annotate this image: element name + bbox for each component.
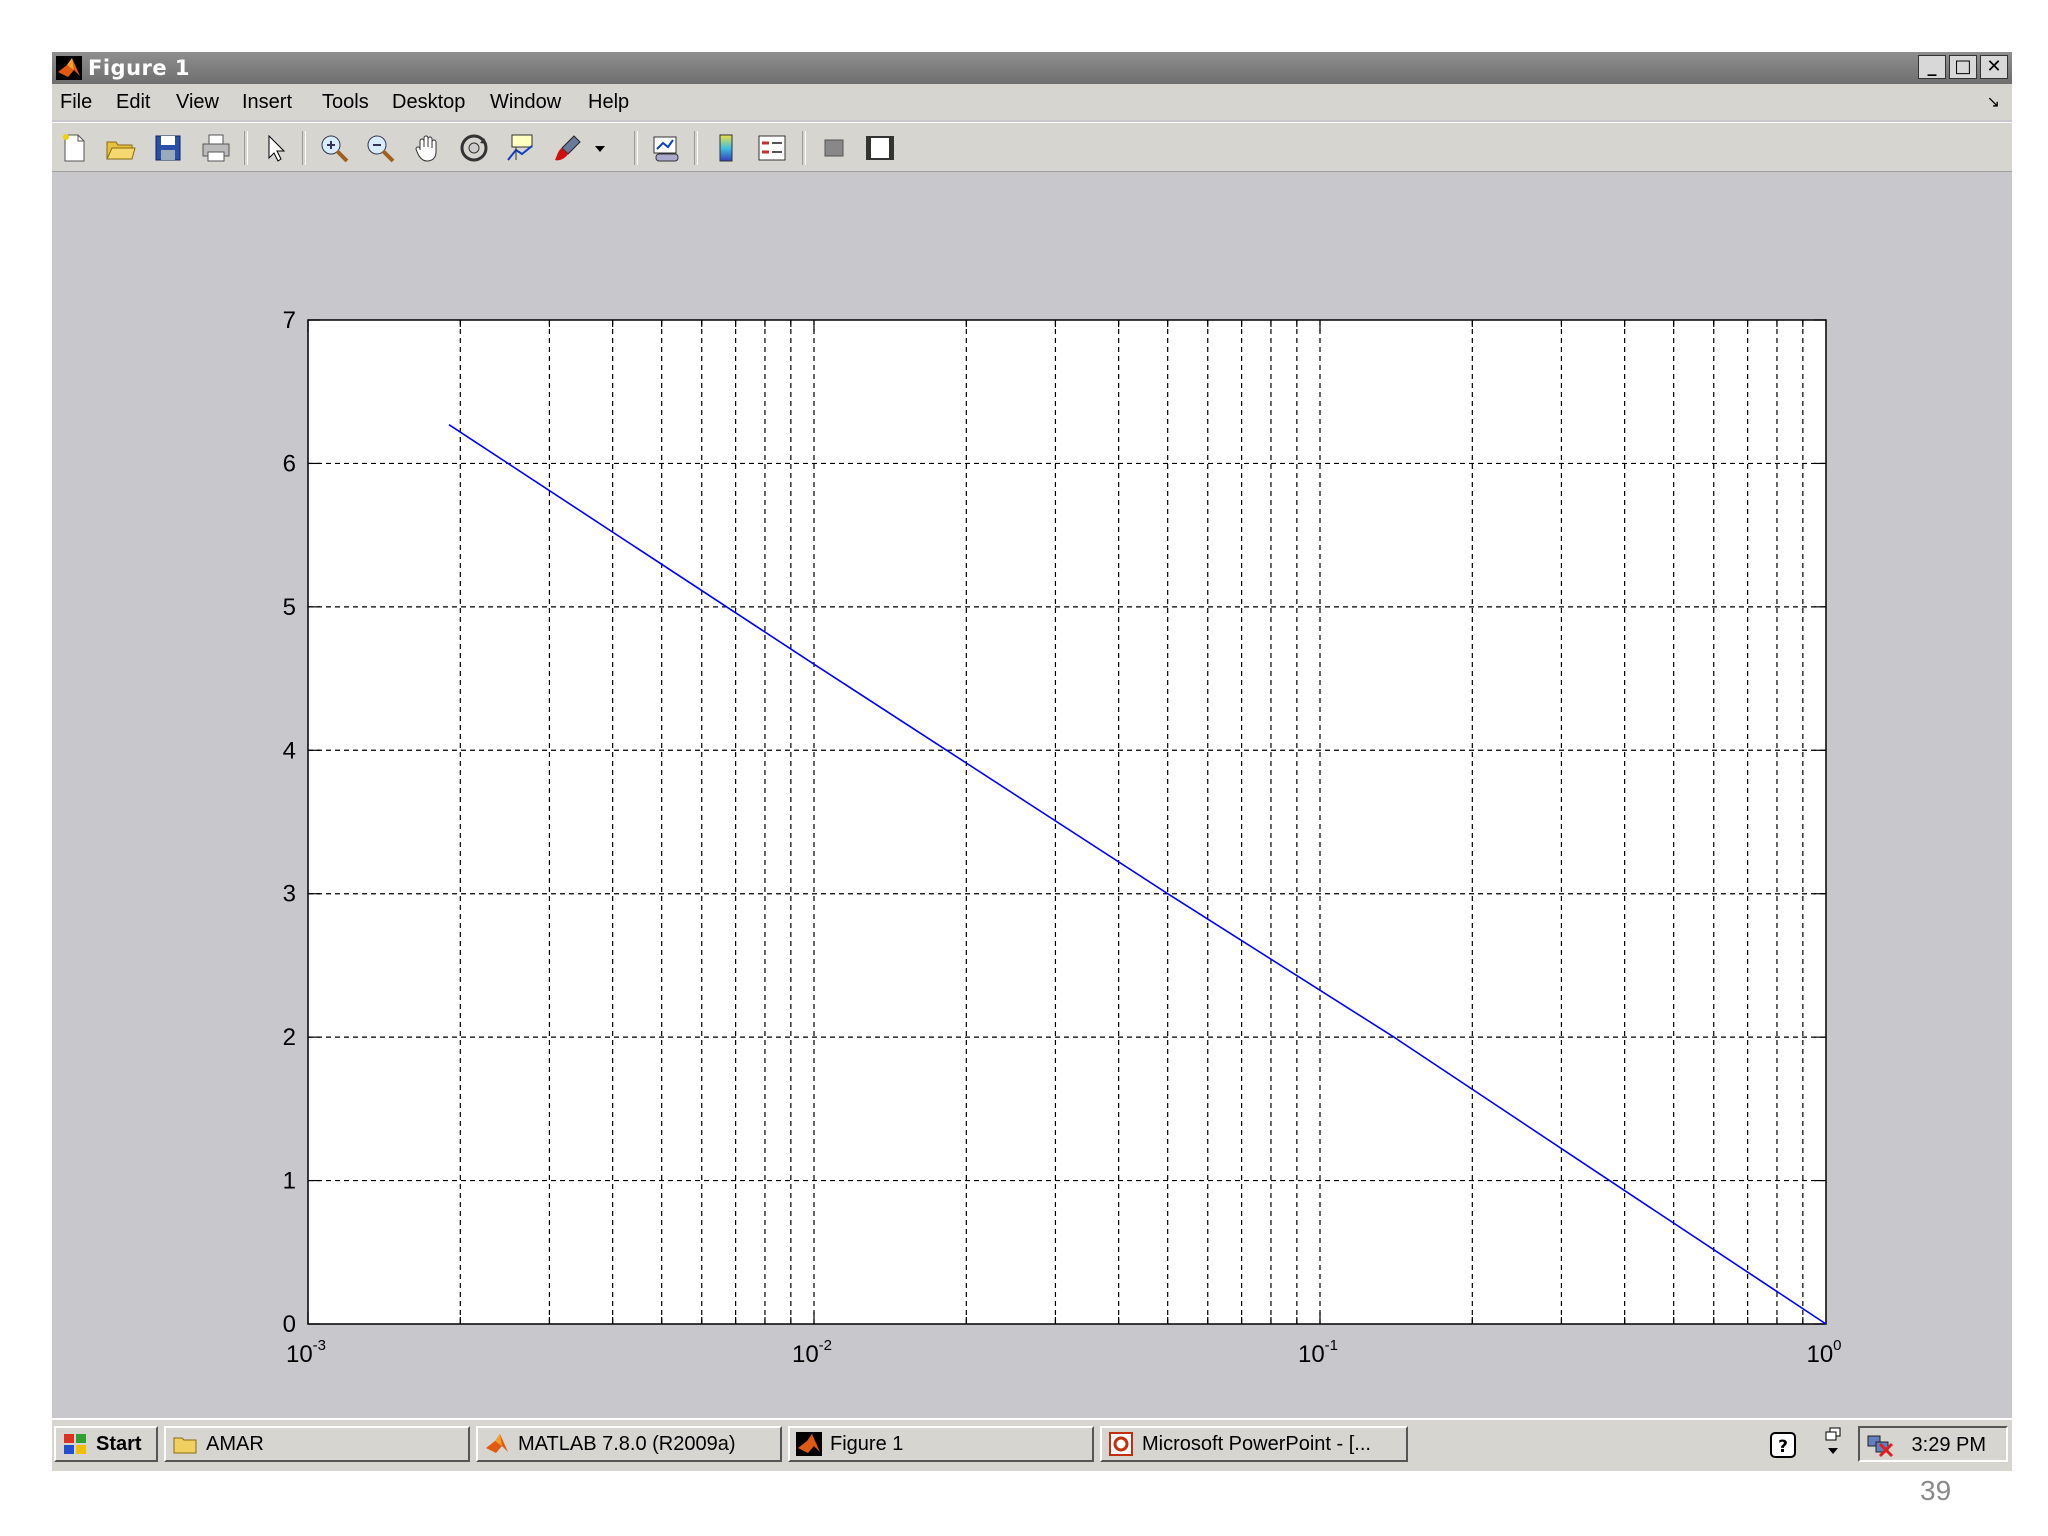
dock-arrow-icon[interactable]: ↘ xyxy=(1987,92,2000,112)
x-tick-base: 10 xyxy=(1298,1341,1325,1368)
menu-window[interactable]: Window xyxy=(490,91,561,114)
start-label: Start xyxy=(96,1433,142,1455)
rotate-3d-icon[interactable] xyxy=(458,132,490,164)
y-tick-label: 7 xyxy=(283,307,296,334)
y-tick-label: 5 xyxy=(283,594,296,621)
toolbar-separator xyxy=(244,131,248,165)
x-tick-label: 100 xyxy=(1806,1337,1841,1368)
open-file-icon[interactable] xyxy=(104,132,136,164)
plot-axes[interactable]: 10-3 10-2 10-1 10001234567 xyxy=(52,172,2012,1418)
windows-taskbar: Start AMAR MATLAB 7.8.0 (R2009a) Figure … xyxy=(52,1418,2012,1471)
figure-canvas[interactable]: 10-3 10-2 10-1 100 0 1 2 3 4 5 6 7 xyxy=(52,172,2012,1468)
window-title: Figure 1 xyxy=(88,56,191,80)
zoom-out-icon[interactable] xyxy=(364,132,396,164)
pointer-icon[interactable] xyxy=(260,132,292,164)
start-button[interactable]: Start xyxy=(54,1426,158,1462)
matlab-logo-icon xyxy=(56,56,82,80)
zoom-in-icon[interactable] xyxy=(318,132,350,164)
system-tray: 3:29 PM xyxy=(1858,1426,2008,1462)
menu-view[interactable]: View xyxy=(176,91,219,114)
x-tick-label: 10-3 xyxy=(286,1337,326,1368)
legend-icon[interactable] xyxy=(756,132,788,164)
link-plot-icon[interactable] xyxy=(650,132,682,164)
colorbar-icon[interactable] xyxy=(710,132,742,164)
task-label: Figure 1 xyxy=(830,1433,904,1455)
y-tick-label: 0 xyxy=(283,1311,296,1338)
taskbar-clock: 3:29 PM xyxy=(1911,1434,1986,1456)
data-cursor-icon[interactable] xyxy=(504,132,536,164)
slide-page-number: 39 xyxy=(1920,1475,1952,1506)
menu-file[interactable]: File xyxy=(60,91,92,114)
toolbar-separator xyxy=(302,131,306,165)
menu-bar: File Edit View Insert Tools Desktop Wind… xyxy=(52,84,2012,120)
minimize-button[interactable]: _ xyxy=(1918,55,1946,79)
windows-logo-icon xyxy=(64,1434,86,1454)
folder-icon xyxy=(173,1437,197,1454)
help-tray-icon[interactable]: ? xyxy=(1770,1432,1796,1458)
x-tick-base: 10 xyxy=(286,1341,313,1368)
menu-tools[interactable]: Tools xyxy=(322,91,369,114)
title-bar[interactable]: Figure 1 _ □ ✕ xyxy=(52,52,2012,84)
taskbar-item-figure[interactable]: Figure 1 xyxy=(788,1426,1094,1462)
hide-plot-tools-icon[interactable] xyxy=(818,132,850,164)
toolbar-separator xyxy=(694,131,698,165)
pan-hand-icon[interactable] xyxy=(412,132,444,164)
x-tick-base: 10 xyxy=(1806,1341,1833,1368)
figure-window: Figure 1 _ □ ✕ File Edit View Insert Too… xyxy=(52,52,2012,1471)
x-tick-label: 10-1 xyxy=(1298,1337,1338,1368)
menu-help[interactable]: Help xyxy=(588,91,629,114)
menu-edit[interactable]: Edit xyxy=(116,91,150,114)
taskbar-item-powerpoint[interactable]: Microsoft PowerPoint - [... xyxy=(1100,1426,1408,1462)
menu-desktop[interactable]: Desktop xyxy=(392,91,465,114)
y-tick-label: 4 xyxy=(283,737,296,764)
x-tick-exponent: -3 xyxy=(313,1337,326,1354)
task-label: AMAR xyxy=(206,1433,264,1455)
x-tick-label: 10-2 xyxy=(792,1337,832,1368)
x-tick-base: 10 xyxy=(792,1341,819,1368)
window-controls: _ □ ✕ xyxy=(1918,55,2008,79)
toolbar-separator xyxy=(634,131,638,165)
task-label: MATLAB 7.8.0 (R2009a) xyxy=(518,1433,736,1455)
menu-insert[interactable]: Insert xyxy=(242,91,292,114)
y-tick-label: 3 xyxy=(283,881,296,908)
figure-toolbar xyxy=(52,122,2012,172)
x-tick-exponent: -1 xyxy=(1325,1337,1338,1354)
network-disconnected-icon[interactable] xyxy=(1866,1432,1894,1458)
show-windows-icon[interactable] xyxy=(1822,1426,1844,1462)
y-tick-label: 2 xyxy=(283,1024,296,1051)
matlab-figure-icon xyxy=(796,1432,822,1456)
matlab-logo-icon xyxy=(486,1434,508,1453)
y-tick-label: 6 xyxy=(283,450,296,477)
svg-text:?: ? xyxy=(1778,1437,1788,1457)
x-tick-exponent: -2 xyxy=(819,1337,832,1354)
save-icon[interactable] xyxy=(152,132,184,164)
toolbar-separator xyxy=(802,131,806,165)
show-plot-tools-icon[interactable] xyxy=(864,132,896,164)
brush-icon[interactable] xyxy=(552,132,584,164)
taskbar-item-matlab[interactable]: MATLAB 7.8.0 (R2009a) xyxy=(476,1426,782,1462)
new-figure-icon[interactable] xyxy=(58,132,90,164)
task-label: Microsoft PowerPoint - [... xyxy=(1142,1433,1371,1455)
powerpoint-icon xyxy=(1109,1432,1133,1456)
brush-dropdown-icon[interactable] xyxy=(592,132,608,164)
close-button[interactable]: ✕ xyxy=(1980,55,2008,79)
x-tick-exponent: 0 xyxy=(1833,1337,1841,1354)
print-icon[interactable] xyxy=(200,132,232,164)
taskbar-item-amar[interactable]: AMAR xyxy=(164,1426,470,1462)
y-tick-label: 1 xyxy=(283,1168,296,1195)
restore-button[interactable]: □ xyxy=(1949,55,1977,79)
